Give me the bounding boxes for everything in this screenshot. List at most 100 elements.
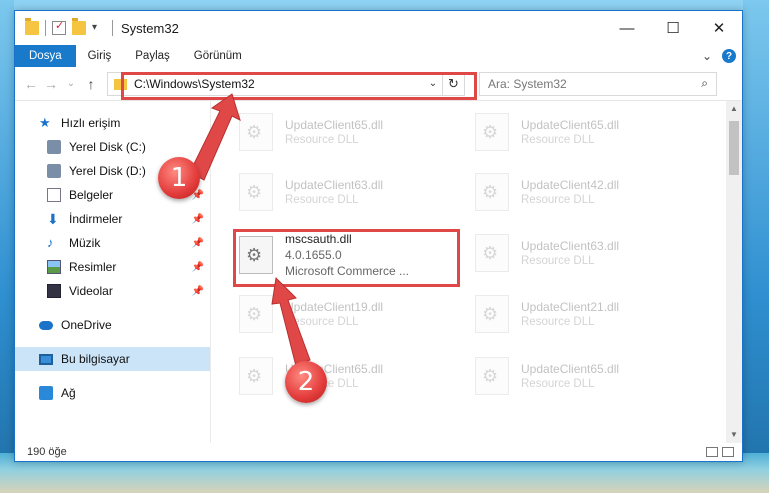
vertical-scrollbar[interactable]: ▲ ▼	[726, 101, 742, 443]
close-button[interactable]: ✕	[696, 13, 742, 43]
cloud-icon	[39, 320, 53, 330]
scrollbar-thumb[interactable]	[729, 121, 739, 175]
dll-file-icon	[475, 173, 509, 211]
dll-file-icon	[475, 357, 509, 395]
dll-file-icon	[475, 113, 509, 151]
dll-file-icon	[239, 295, 273, 333]
file-type: Resource DLL	[285, 134, 359, 146]
file-item[interactable]: UpdateClient65.dll Resource DLL	[239, 109, 459, 155]
details-view-icon[interactable]	[706, 447, 718, 457]
sidebar-item-label: Yerel Disk (C:)	[69, 140, 146, 154]
dll-file-icon	[239, 113, 273, 151]
maximize-button[interactable]: ☐	[650, 13, 696, 43]
up-button[interactable]: ↑	[81, 76, 101, 92]
recent-locations-button[interactable]: ⌄	[61, 78, 81, 89]
file-name: UpdateClient65.dll	[285, 118, 384, 132]
star-icon: ★	[39, 115, 51, 130]
search-box[interactable]: Ara: System32 ⌕	[479, 71, 717, 96]
sidebar-item-label: Bu bilgisayar	[61, 352, 130, 366]
sidebar-item-network[interactable]: Ağ	[15, 381, 210, 405]
search-input[interactable]: Ara: System32	[488, 77, 567, 91]
sidebar-item-label: Belgeler	[69, 188, 114, 202]
sidebar-item-pictures[interactable]: Resimler 📌	[15, 255, 210, 279]
sidebar-item-this-pc[interactable]: Bu bilgisayar	[15, 347, 210, 371]
file-name: UpdateClient63.dll	[285, 178, 384, 192]
ribbon-right: ⌄ ?	[702, 45, 742, 67]
file-highlight-box	[233, 229, 460, 287]
pin-icon[interactable]: 📌	[192, 262, 204, 273]
file-name: UpdateClient19.dll	[285, 300, 384, 314]
file-type: Resource DLL	[521, 378, 595, 390]
sidebar-item-label: OneDrive	[61, 318, 112, 332]
file-item[interactable]: UpdateClient21.dll Resource DLL	[475, 291, 695, 337]
desktop-background-left	[0, 0, 14, 493]
toolbar-divider	[45, 20, 46, 36]
item-count: 190 öğe	[27, 446, 67, 458]
sidebar-item-label: Ağ	[61, 386, 76, 400]
sidebar-item-onedrive[interactable]: OneDrive	[15, 313, 210, 337]
tab-home[interactable]: Giriş	[76, 45, 124, 67]
file-item[interactable]: UpdateClient42.dll Resource DLL	[475, 169, 695, 215]
file-type: Resource DLL	[521, 255, 595, 267]
file-item[interactable]: UpdateClient63.dll Resource DLL	[475, 230, 695, 276]
sidebar-item-downloads[interactable]: ⬇ İndirmeler 📌	[15, 207, 210, 231]
navigation-pane: ★ Hızlı erişim Yerel Disk (C:) Yerel Dis…	[15, 101, 211, 443]
sidebar-item-local-disk-c[interactable]: Yerel Disk (C:)	[15, 135, 210, 159]
title-bar: ▾ System32 — ☐ ✕	[15, 11, 742, 45]
desktop-background-right	[743, 0, 769, 493]
sidebar-item-label: İndirmeler	[69, 212, 123, 226]
computer-icon	[39, 353, 53, 365]
drive-icon	[47, 164, 61, 178]
large-icons-view-icon[interactable]	[722, 447, 734, 457]
minimize-button[interactable]: —	[604, 13, 650, 43]
tab-file[interactable]: Dosya	[15, 45, 76, 67]
sidebar-item-videos[interactable]: Videolar 📌	[15, 279, 210, 303]
sidebar-item-quick-access[interactable]: ★ Hızlı erişim	[15, 111, 210, 135]
file-item[interactable]: UpdateClient65.dll Resource DLL	[475, 353, 695, 399]
file-name: UpdateClient63.dll	[521, 239, 620, 253]
window-title: System32	[121, 20, 179, 36]
back-button[interactable]: ←	[21, 76, 41, 92]
file-item[interactable]: UpdateClient65.dll Resource DLL	[239, 353, 459, 399]
search-icon: ⌕	[701, 76, 708, 90]
forward-button[interactable]: →	[41, 76, 61, 92]
help-icon[interactable]: ?	[722, 49, 736, 63]
sidebar-item-label: Müzik	[69, 236, 101, 250]
pin-icon[interactable]: 📌	[192, 238, 204, 249]
sidebar-item-label: Videolar	[69, 284, 113, 298]
scroll-down-icon[interactable]: ▼	[726, 427, 742, 443]
pictures-icon	[47, 260, 61, 274]
new-folder-icon[interactable]	[72, 18, 86, 35]
file-name: UpdateClient21.dll	[521, 300, 620, 314]
file-item[interactable]: UpdateClient19.dll Resource DLL	[239, 291, 459, 337]
tab-view[interactable]: Görünüm	[182, 45, 254, 67]
pin-icon[interactable]: 📌	[192, 214, 204, 225]
properties-icon[interactable]	[52, 19, 66, 35]
window-controls: — ☐ ✕	[604, 13, 742, 43]
sidebar-item-music[interactable]: ♪ Müzik 📌	[15, 231, 210, 255]
file-name: UpdateClient65.dll	[521, 362, 620, 376]
file-item[interactable]: UpdateClient63.dll Resource DLL	[239, 169, 459, 215]
expand-ribbon-icon[interactable]: ⌄	[702, 49, 712, 63]
sidebar-item-label: Resimler	[69, 260, 117, 274]
quick-access-toolbar: ▾	[15, 18, 113, 36]
pin-icon[interactable]: 📌	[192, 286, 204, 297]
file-item[interactable]: UpdateClient65.dll Resource DLL	[475, 109, 695, 155]
scroll-up-icon[interactable]: ▲	[726, 101, 742, 117]
address-highlight-box	[121, 72, 477, 100]
sidebar-item-label: Yerel Disk (D:)	[69, 164, 146, 178]
drive-icon	[47, 140, 61, 154]
documents-icon	[47, 188, 61, 202]
status-bar: 190 öğe	[15, 443, 742, 461]
folder-icon[interactable]	[25, 18, 39, 35]
file-name: UpdateClient65.dll	[521, 118, 620, 132]
file-name: UpdateClient42.dll	[521, 178, 620, 192]
file-type: Resource DLL	[521, 134, 595, 146]
customize-toolbar-icon[interactable]: ▾	[92, 21, 106, 35]
tab-share[interactable]: Paylaş	[123, 45, 182, 67]
view-switcher	[706, 447, 742, 457]
step-badge-2: 2	[285, 361, 327, 403]
videos-icon	[47, 284, 61, 298]
